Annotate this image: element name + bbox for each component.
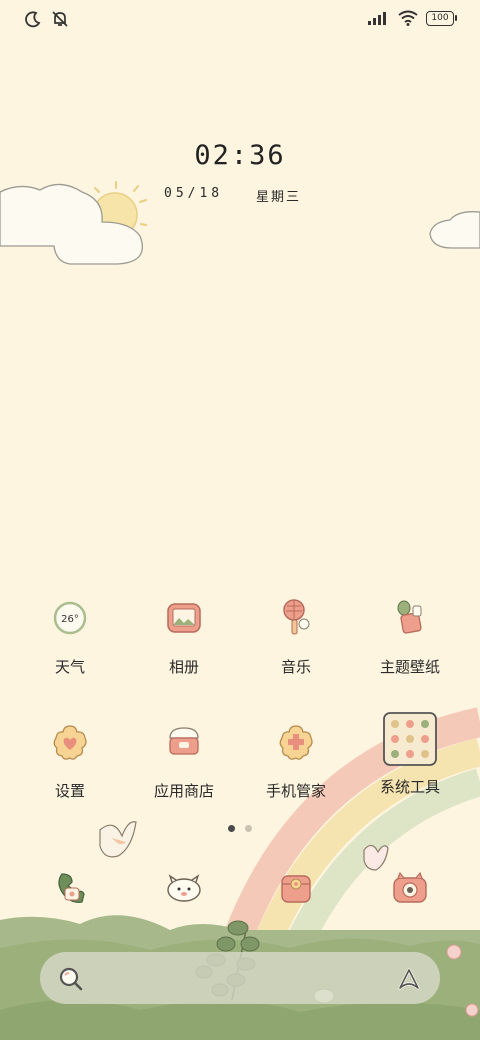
app-store[interactable]: 应用商店 [128,720,240,801]
app-camera[interactable] [354,866,466,910]
app-settings[interactable]: 设置 [14,720,126,801]
app-label: 应用商店 [153,782,214,800]
page-dot[interactable] [245,825,252,832]
gallery-icon [162,596,206,640]
app-store-icon [162,720,206,764]
cloud-right [429,211,480,249]
svg-text:26°: 26° [61,614,79,625]
date-text: 05/18 [164,186,224,201]
weather-icon: 26° [48,596,92,640]
settings-icon [48,720,92,764]
butterfly-left [99,821,137,858]
app-wallet[interactable] [240,866,352,910]
app-label: 设置 [54,782,85,800]
phone-icon [48,866,92,910]
app-label: 手机管家 [265,782,326,800]
camera-icon [388,866,432,910]
battery-icon: 100 [426,10,457,26]
status-bar: 100 [0,8,480,34]
wifi-icon [398,10,418,26]
moon-icon [25,11,41,28]
app-music[interactable]: 音乐 [240,596,352,677]
wallet-icon [274,866,318,910]
app-label: 主题壁纸 [379,658,440,676]
flower-decor [446,944,462,960]
system-tools-folder-icon [383,712,437,766]
app-theme[interactable]: 主题壁纸 [354,596,466,677]
music-icon [274,596,318,640]
mute-bell-icon [52,11,68,27]
app-messages[interactable] [128,866,240,910]
app-weather[interactable]: 26° 天气 [14,596,126,677]
search-icon[interactable] [56,964,86,994]
app-label: 音乐 [280,658,311,676]
app-gallery[interactable]: 相册 [128,596,240,677]
page-dot-active[interactable] [228,825,235,832]
app-label: 天气 [54,658,85,676]
app-label: 相册 [168,658,199,676]
page-indicator[interactable] [228,825,252,832]
weekday-text: 星期三 [256,190,302,205]
messages-icon [162,866,206,910]
clock-time: 02:36 [194,140,286,171]
app-label: 系统工具 [379,778,440,796]
assistant-icon[interactable] [394,964,424,994]
phone-manager-icon [274,720,318,764]
search-dock [40,952,440,1004]
signal-icon [368,12,386,25]
theme-icon [388,596,432,640]
app-phone-manager[interactable]: 手机管家 [240,720,352,801]
folder-system-tools[interactable]: 系统工具 [354,712,466,797]
flower-decor [465,1003,479,1017]
app-phone[interactable] [14,866,126,910]
